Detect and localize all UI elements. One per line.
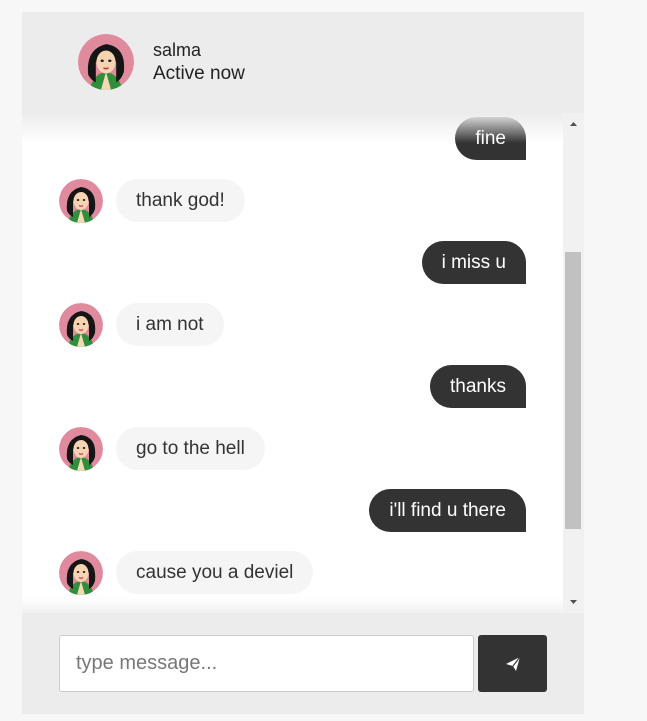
composer: [22, 613, 584, 714]
incoming-message: thank god!: [116, 179, 245, 222]
woman-avatar-icon: [59, 551, 103, 595]
message-input[interactable]: [59, 635, 474, 692]
woman-avatar-icon: [59, 427, 103, 471]
message-list[interactable]: fine thank god! i miss u i am not thanks go t…: [22, 113, 563, 613]
message-scrollbar[interactable]: [563, 113, 584, 613]
sender-avatar[interactable]: [59, 551, 103, 595]
chat-window: salma Active now fine thank god! i miss u i…: [22, 12, 584, 714]
woman-avatar-icon: [59, 303, 103, 347]
scroll-down-arrow-icon[interactable]: [563, 597, 584, 607]
woman-avatar-icon: [59, 179, 103, 223]
outgoing-message: fine: [455, 117, 526, 160]
sender-avatar[interactable]: [59, 427, 103, 471]
incoming-message: cause you a deviel: [116, 551, 314, 594]
outgoing-message: thanks: [430, 365, 526, 408]
woman-avatar-icon: [78, 34, 134, 90]
paper-plane-icon: [505, 656, 520, 671]
contact-status: Active now: [153, 63, 245, 84]
incoming-message: i am not: [116, 303, 224, 346]
scrollbar-thumb[interactable]: [565, 252, 581, 529]
incoming-message: go to the hell: [116, 427, 265, 470]
scroll-up-arrow-icon[interactable]: [563, 119, 584, 129]
bottom-fade-overlay: [22, 597, 563, 613]
sender-avatar[interactable]: [59, 303, 103, 347]
contact-avatar[interactable]: [78, 34, 134, 90]
outgoing-message: i miss u: [421, 241, 526, 284]
contact-name: salma: [153, 40, 202, 60]
send-button[interactable]: [478, 635, 547, 692]
chat-header: salma Active now: [22, 12, 584, 113]
outgoing-message: i'll find u there: [369, 489, 526, 532]
sender-avatar[interactable]: [59, 179, 103, 223]
